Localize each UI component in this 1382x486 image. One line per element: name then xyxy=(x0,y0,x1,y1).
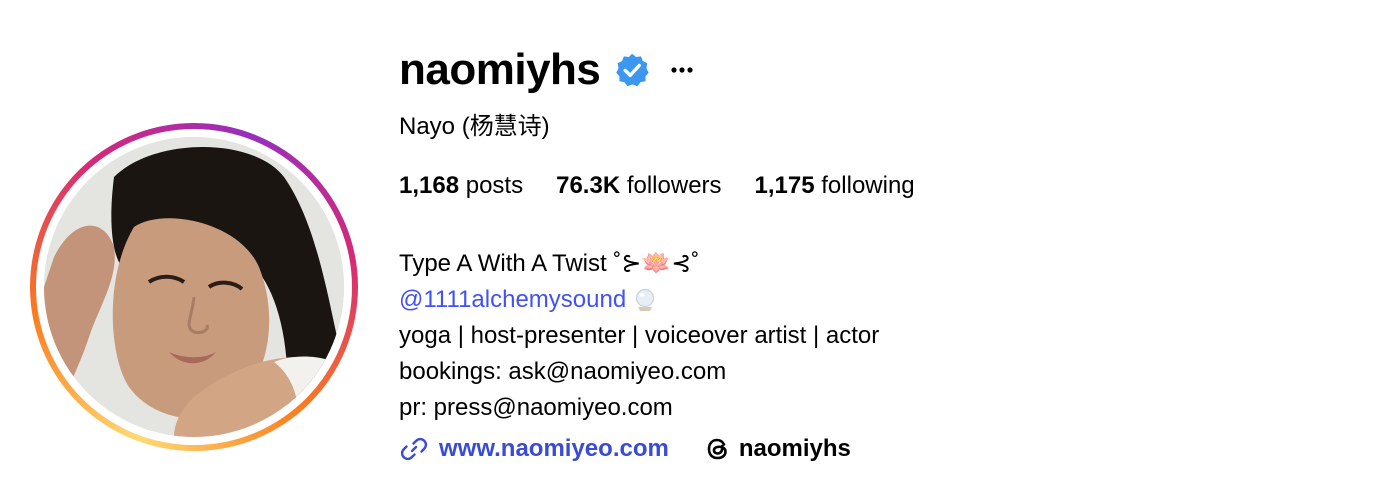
posts-count-value: 1,168 xyxy=(399,172,460,199)
verified-badge-icon xyxy=(614,52,650,88)
more-options-icon[interactable] xyxy=(668,56,696,84)
avatar[interactable] xyxy=(44,137,344,437)
profile-bio: Type A With A Twist ˚⊱🪷⊰˚ @1111alchemyso… xyxy=(399,246,879,426)
bio-line-mention: @1111alchemysound xyxy=(399,282,879,318)
profile-stats: 1,168 posts 76.3K followers 1,175 follow… xyxy=(399,171,948,201)
followers-count-label: followers xyxy=(626,172,722,199)
profile-avatar-story-ring[interactable] xyxy=(30,123,358,451)
profile-header: naomiyhs xyxy=(399,42,696,98)
followers-link[interactable]: 76.3K followers xyxy=(556,171,721,201)
followers-count-value: 76.3K xyxy=(556,172,621,199)
website-link-label: www.naomiyeo.com xyxy=(439,435,669,462)
threads-link[interactable]: naomiyhs xyxy=(703,434,851,464)
profile-full-name: Nayo (杨慧诗) xyxy=(399,113,550,140)
bio-mention-link[interactable]: @1111alchemysound xyxy=(399,282,626,318)
threads-icon xyxy=(703,434,733,464)
following-link[interactable]: 1,175 following xyxy=(755,171,915,201)
posts-count: 1,168 posts xyxy=(399,171,523,201)
link-icon xyxy=(399,434,429,464)
profile-links: www.naomiyeo.com naomiyhs xyxy=(399,431,851,467)
profile-username: naomiyhs xyxy=(399,45,601,94)
posts-count-label: posts xyxy=(465,172,524,199)
following-count-label: following xyxy=(821,172,915,199)
bio-line-tagline: Type A With A Twist ˚⊱🪷⊰˚ xyxy=(399,250,700,277)
following-count-value: 1,175 xyxy=(754,172,815,199)
website-link[interactable]: www.naomiyeo.com xyxy=(399,434,669,464)
avatar-portrait-image xyxy=(44,137,344,437)
bio-line-roles: yoga | host-presenter | voiceover artist… xyxy=(399,322,880,349)
threads-handle: naomiyhs xyxy=(738,435,851,462)
bio-line-pr: pr: press@naomiyeo.com xyxy=(399,394,673,421)
crystal-ball-icon xyxy=(634,288,656,312)
bio-line-bookings: bookings: ask@naomiyeo.com xyxy=(399,358,727,385)
